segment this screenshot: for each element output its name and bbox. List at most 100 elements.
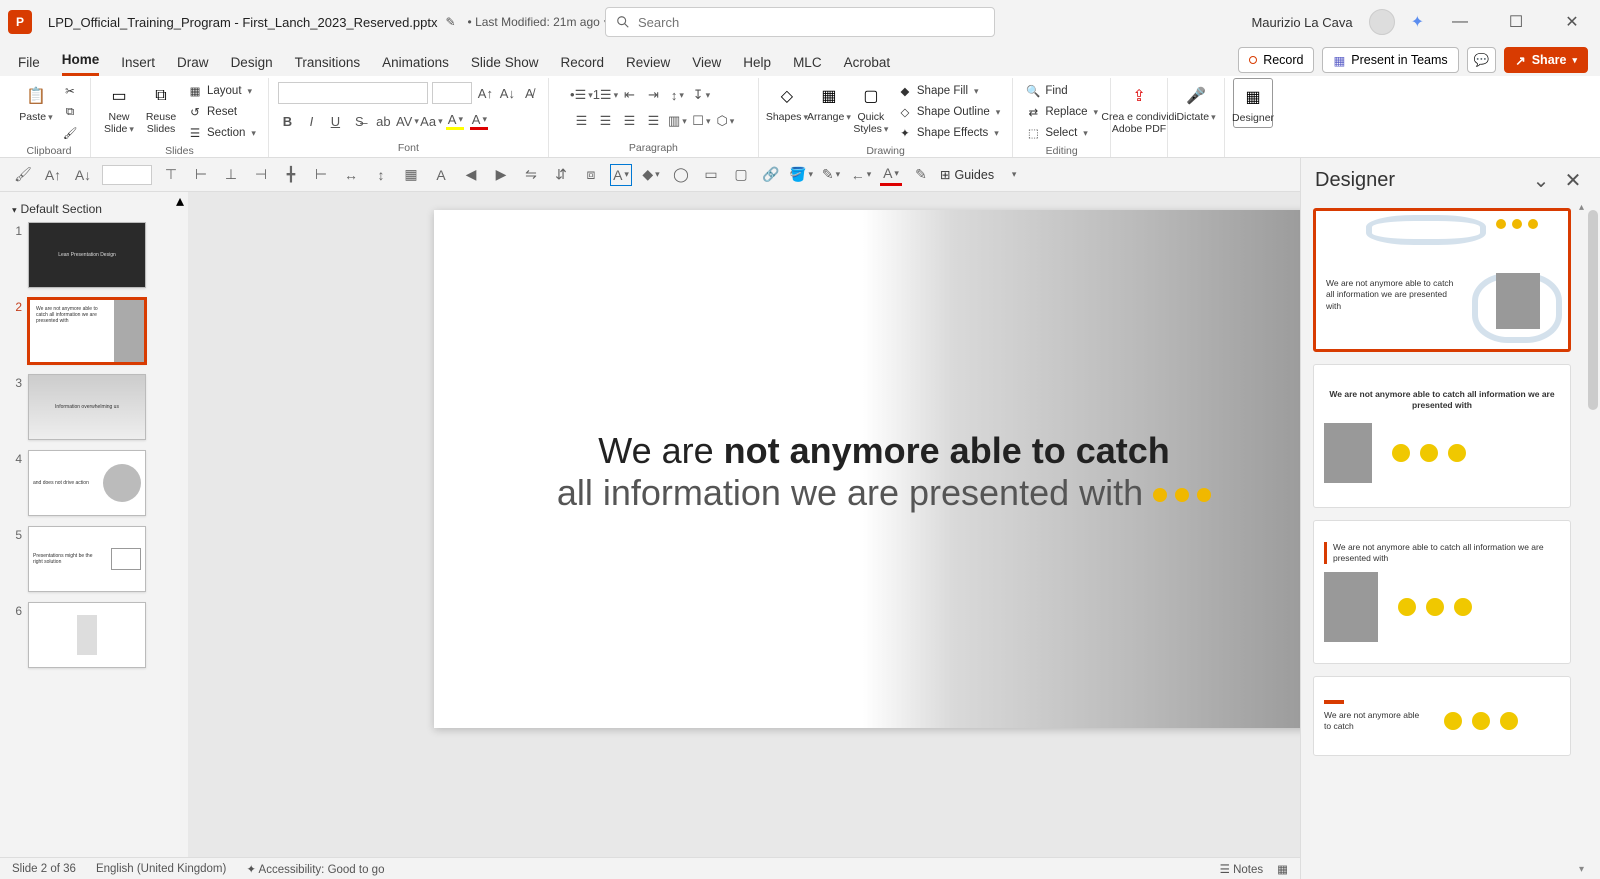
line-spacing-button[interactable]: ↕	[668, 86, 686, 104]
tab-view[interactable]: View	[692, 55, 721, 76]
tab-mlc[interactable]: MLC	[793, 55, 822, 76]
current-slide[interactable]: We are not anymore able to catch all inf…	[434, 210, 1354, 728]
distribute-h-icon[interactable]: ↔	[340, 164, 362, 186]
record-button[interactable]: Record	[1238, 47, 1314, 73]
outline-icon[interactable]: ✎	[820, 164, 842, 186]
view-normal-icon[interactable]: ▦	[1277, 862, 1288, 876]
align-text-button[interactable]: ☐	[692, 112, 710, 130]
slide-counter[interactable]: Slide 2 of 36	[12, 863, 76, 875]
coming-soon-icon[interactable]: ✦	[1411, 12, 1424, 32]
textbox-icon[interactable]: A	[610, 164, 632, 186]
tab-file[interactable]: File	[18, 55, 40, 76]
shape-outline-button[interactable]: ◇Shape Outline	[893, 102, 1004, 122]
justify-button[interactable]: ☰	[644, 112, 662, 130]
eyedropper-icon[interactable]: ✎	[910, 164, 932, 186]
designer-collapse-button[interactable]: ⌄	[1528, 167, 1554, 193]
shape-effects-button[interactable]: ✦Shape Effects	[893, 123, 1004, 143]
arrow-icon[interactable]: ←	[850, 164, 872, 186]
thumb-2[interactable]: We are not anymore able to catch all inf…	[28, 298, 146, 364]
columns-button[interactable]: ▥	[668, 112, 686, 130]
numbering-button[interactable]: 1☰	[596, 86, 614, 104]
minimize-button[interactable]: —	[1440, 7, 1480, 37]
scroll-up-icon[interactable]: ▴	[1579, 202, 1584, 213]
indent-button[interactable]: ⇥	[644, 86, 662, 104]
find-button[interactable]: 🔍Find	[1021, 81, 1102, 101]
thumb-3[interactable]: Information overwhelming us	[28, 374, 146, 440]
select-button[interactable]: ⬚Select	[1021, 123, 1102, 143]
guides-toggle[interactable]: ⊞Guides	[940, 167, 994, 182]
group-icon[interactable]: ▦	[400, 164, 422, 186]
decrease-font-icon[interactable]: A↓	[72, 164, 94, 186]
bring-front-icon[interactable]: ▶	[490, 164, 512, 186]
link-icon[interactable]: 🔗	[760, 164, 782, 186]
align-left-button[interactable]: ☰	[572, 112, 590, 130]
design-idea-1[interactable]: We are not anymore able to catch all inf…	[1313, 208, 1571, 352]
bucket-icon[interactable]: 🪣	[790, 164, 812, 186]
shapes-button[interactable]: ◇Shapes	[767, 78, 807, 124]
language-indicator[interactable]: English (United Kingdom)	[96, 863, 226, 875]
new-slide-button[interactable]: ▭New Slide	[99, 78, 139, 135]
align-right-icon[interactable]: ⊢	[310, 164, 332, 186]
present-teams-button[interactable]: ▦Present in Teams	[1322, 47, 1458, 73]
underline-button[interactable]: U	[326, 112, 344, 130]
adobe-pdf-button[interactable]: ⇪Crea e condividi Adobe PDF	[1119, 78, 1159, 135]
smartart-button[interactable]: ⬡	[716, 112, 734, 130]
arrange-button[interactable]: ▦Arrange	[809, 78, 849, 124]
sharing-indicator[interactable]: ✎	[445, 15, 455, 29]
tab-acrobat[interactable]: Acrobat	[844, 55, 891, 76]
section-button[interactable]: ☰Section	[183, 123, 260, 143]
font-selector[interactable]	[102, 165, 152, 185]
increase-font-icon[interactable]: A↑	[42, 164, 64, 186]
oval-icon[interactable]: ◯	[670, 164, 692, 186]
tab-home[interactable]: Home	[62, 52, 100, 76]
send-back-icon[interactable]: ◀	[460, 164, 482, 186]
align-bottom-icon[interactable]: ⊥	[220, 164, 242, 186]
shape-fill-icon[interactable]: ◆	[640, 164, 662, 186]
tab-transitions[interactable]: Transitions	[295, 55, 361, 76]
format-painter-icon[interactable]: 🖌	[12, 164, 34, 186]
thumb-scroll-up[interactable]: ▴	[172, 192, 188, 210]
accessibility-status[interactable]: ✦ Accessibility: Good to go	[246, 862, 384, 876]
grow-font-button[interactable]: A↑	[476, 84, 494, 102]
thumb-1[interactable]: Lean Presentation Design	[28, 222, 146, 288]
close-button[interactable]: ✕	[1552, 7, 1592, 37]
slide-text[interactable]: We are not anymore able to catch all inf…	[474, 430, 1294, 514]
align-center-icon[interactable]: ╋	[280, 164, 302, 186]
design-idea-2[interactable]: We are not anymore able to catch all inf…	[1313, 364, 1571, 508]
tab-record[interactable]: Record	[560, 55, 604, 76]
align-middle-icon[interactable]: ⊢	[190, 164, 212, 186]
format-painter-button[interactable]: 🖌	[58, 123, 82, 143]
design-idea-3[interactable]: We are not anymore able to catch all inf…	[1313, 520, 1571, 664]
designer-close-button[interactable]: ✕	[1560, 167, 1586, 193]
font-size-input[interactable]	[432, 82, 472, 104]
bullets-button[interactable]: •☰	[572, 86, 590, 104]
notes-button[interactable]: ☰ Notes	[1220, 862, 1264, 876]
scroll-down-icon[interactable]: ▾	[1579, 864, 1584, 875]
rect-icon[interactable]: ▭	[700, 164, 722, 186]
font-color-button[interactable]: A	[470, 112, 488, 130]
tab-design[interactable]: Design	[231, 55, 273, 76]
avatar[interactable]	[1369, 9, 1395, 35]
case-button[interactable]: Aa	[422, 112, 440, 130]
align-left-icon[interactable]: ⊣	[250, 164, 272, 186]
align-top-icon[interactable]: ⊤	[160, 164, 182, 186]
comments-button[interactable]: 💬	[1467, 47, 1497, 73]
flip-h-icon[interactable]: ⇋	[520, 164, 542, 186]
align-center-button[interactable]: ☰	[596, 112, 614, 130]
outdent-button[interactable]: ⇤	[620, 86, 638, 104]
italic-button[interactable]: I	[302, 112, 320, 130]
dictate-button[interactable]: 🎤Dictate	[1176, 78, 1216, 124]
thumb-4[interactable]: and does not drive action	[28, 450, 146, 516]
designer-scrollbar[interactable]	[1588, 210, 1598, 410]
thumb-5[interactable]: Presentations might be the right solutio…	[28, 526, 146, 592]
share-button[interactable]: ↗Share▾	[1504, 47, 1588, 73]
reset-button[interactable]: ↺Reset	[183, 102, 260, 122]
tab-draw[interactable]: Draw	[177, 55, 209, 76]
distribute-v-icon[interactable]: ↕	[370, 164, 392, 186]
reuse-slides-button[interactable]: ⧉Reuse Slides	[141, 78, 181, 135]
replace-button[interactable]: ⇄Replace	[1021, 102, 1102, 122]
roundrect-icon[interactable]: ▢	[730, 164, 752, 186]
clear-format-button[interactable]: A̸	[520, 84, 538, 102]
bold-button[interactable]: B	[278, 112, 296, 130]
strike-button[interactable]: S̶	[350, 112, 368, 130]
